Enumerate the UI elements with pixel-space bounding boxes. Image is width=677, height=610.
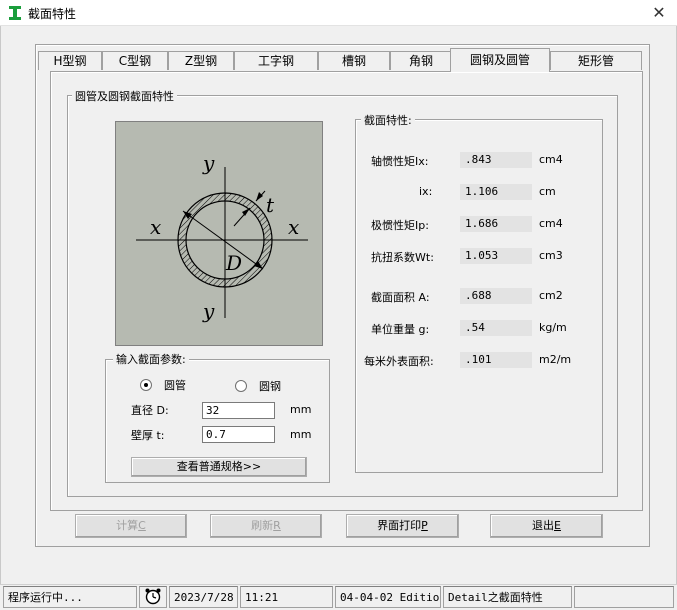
tube-section-drawing: y y x x t D xyxy=(136,151,308,323)
result-label-torsion: 抗扭系数Wt: xyxy=(371,251,434,264)
cross-section-diagram: y y x x t D xyxy=(115,121,323,346)
thickness-label: 壁厚 t: xyxy=(131,429,165,442)
result-unit-area: cm2 xyxy=(539,289,563,302)
calc-button-key: C xyxy=(138,519,146,532)
label-diameter: D xyxy=(225,251,242,275)
alarm-clock-icon xyxy=(145,588,161,605)
diameter-unit: mm xyxy=(290,403,312,416)
result-unit-torsion: cm3 xyxy=(539,249,563,262)
exit-button[interactable]: 退出E xyxy=(490,514,603,538)
print-button[interactable]: 界面打印P xyxy=(346,514,459,538)
result-unit-weight: kg/m xyxy=(539,321,567,334)
status-time: 11:21 xyxy=(240,586,333,608)
tab-label: 槽钢 xyxy=(341,54,366,68)
result-label-radius: ix: xyxy=(419,185,433,198)
result-unit-polar: cm4 xyxy=(539,217,563,230)
window-title: 截面特性 xyxy=(28,7,77,21)
result-label-ix-inertia: 轴惯性矩Ix: xyxy=(371,155,429,168)
tab-label: 角钢 xyxy=(408,54,433,68)
tab-angle[interactable]: 角钢 xyxy=(390,51,452,70)
thickness-unit: mm xyxy=(290,428,312,441)
refresh-button-label: 刷新 xyxy=(251,519,274,532)
result-value-torsion: 1.053 xyxy=(460,248,532,264)
calc-button[interactable]: 计算C xyxy=(75,514,187,538)
app-i-beam-icon xyxy=(9,6,21,20)
refresh-button[interactable]: 刷新R xyxy=(210,514,322,538)
input-group-title: 输入截面参数: xyxy=(113,351,189,367)
status-edition: 04-04-02 Edition xyxy=(335,586,441,608)
radio-tube-button[interactable] xyxy=(140,379,152,391)
radio-bar-option[interactable]: 圆钢 xyxy=(235,378,281,394)
tab-label: Z型钢 xyxy=(184,54,218,68)
diameter-label: 直径 D: xyxy=(131,404,169,417)
status-message: 程序运行中... xyxy=(3,586,137,608)
exit-button-label: 退出 xyxy=(532,519,555,532)
status-empty-cell xyxy=(574,586,674,608)
thickness-input[interactable]: 0.7 xyxy=(202,426,275,443)
result-unit-radius: cm xyxy=(539,185,556,198)
status-bar: 程序运行中... 2023/7/28 11:21 04-04-02 Editio… xyxy=(0,584,677,610)
tab-z-steel[interactable]: Z型钢 xyxy=(168,51,234,70)
status-detail: Detail之截面特性 xyxy=(443,586,572,608)
result-label-surface: 每米外表面积: xyxy=(364,355,434,368)
label-x-left: x xyxy=(150,215,161,239)
radio-tube-label: 圆管 xyxy=(164,379,186,392)
result-unit-ix-inertia: cm4 xyxy=(539,153,563,166)
tab-round-steel-tube[interactable]: 圆钢及圆管 xyxy=(450,48,550,72)
result-label-area: 截面面积 A: xyxy=(371,291,430,304)
result-value-weight: .54 xyxy=(460,320,532,336)
tab-label: H型钢 xyxy=(53,54,87,68)
status-clock-cell xyxy=(139,586,167,608)
tab-h-steel[interactable]: H型钢 xyxy=(38,51,102,70)
label-thickness: t xyxy=(266,193,275,217)
tab-c-steel[interactable]: C型钢 xyxy=(102,51,168,70)
close-icon: ✕ xyxy=(652,3,666,22)
refresh-button-key: R xyxy=(273,519,281,532)
tab-rect-tube[interactable]: 矩形管 xyxy=(550,51,642,70)
radio-tube-option[interactable]: 圆管 xyxy=(140,377,186,393)
result-value-surface: .101 xyxy=(460,352,532,368)
result-label-weight: 单位重量 g: xyxy=(371,323,430,336)
status-date: 2023/7/28 xyxy=(169,586,238,608)
radio-bar-label: 圆钢 xyxy=(259,380,281,393)
tab-channel[interactable]: 槽钢 xyxy=(318,51,390,70)
diameter-input[interactable]: 32 xyxy=(202,402,275,419)
print-button-key: P xyxy=(421,519,428,532)
result-unit-surface: m2/m xyxy=(539,353,572,366)
radio-bar-button[interactable] xyxy=(235,380,247,392)
title-bar: 截面特性 ✕ xyxy=(0,0,677,26)
tab-label: 圆钢及圆管 xyxy=(469,53,530,67)
result-value-area: .688 xyxy=(460,288,532,304)
tab-label: 矩形管 xyxy=(577,54,614,68)
result-value-ix-inertia: .843 xyxy=(460,152,532,168)
result-value-radius: 1.106 xyxy=(460,184,532,200)
label-y-top: y xyxy=(202,151,215,175)
close-button[interactable]: ✕ xyxy=(641,0,677,26)
result-label-polar: 极惯性矩Ip: xyxy=(371,219,429,232)
tab-label: 工字钢 xyxy=(257,54,294,68)
print-button-label: 界面打印 xyxy=(377,519,422,532)
view-spec-button[interactable]: 查看普通规格>> xyxy=(131,457,307,477)
exit-button-key: E xyxy=(554,519,561,532)
tab-label: C型钢 xyxy=(118,54,152,68)
result-value-polar: 1.686 xyxy=(460,216,532,232)
section-group-title: 圆管及圆钢截面特性 xyxy=(72,88,177,104)
calc-button-label: 计算 xyxy=(116,519,139,532)
results-group-title: 截面特性: xyxy=(361,112,415,128)
label-x-right: x xyxy=(288,215,299,239)
label-y-bottom: y xyxy=(202,299,215,323)
tab-i-beam[interactable]: 工字钢 xyxy=(234,51,318,70)
